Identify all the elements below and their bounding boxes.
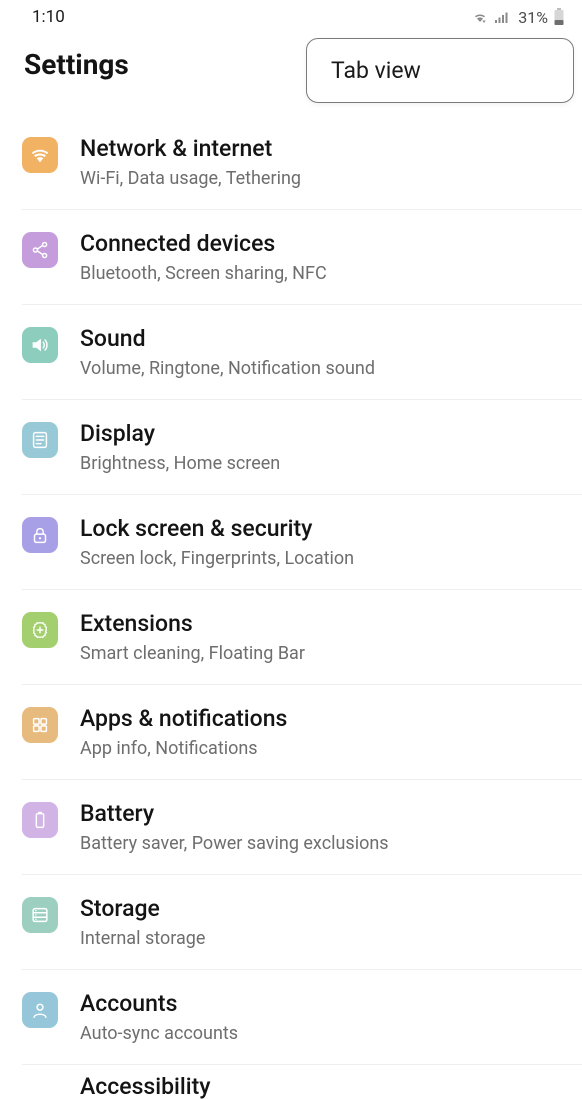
wifi-icon [22,137,58,173]
item-subtitle: Brightness, Home screen [80,453,566,474]
item-accessibility-partial[interactable]: Accessibility [0,1065,582,1100]
item-title: Storage [80,895,566,922]
item-lock-security[interactable]: Lock screen & security Screen lock, Fing… [0,495,582,589]
item-title: Sound [80,325,566,352]
tab-view-button[interactable]: Tab view [306,38,574,103]
battery-percent: 31% [518,8,548,27]
item-storage[interactable]: Storage Internal storage [0,875,582,969]
item-title: Battery [80,800,566,827]
extension-icon [22,612,58,648]
lock-icon [22,517,58,553]
item-title: Accounts [80,990,566,1017]
item-title: Apps & notifications [80,705,566,732]
apps-grid-icon [22,707,58,743]
item-texts: Sound Volume, Ringtone, Notification sou… [80,325,566,379]
item-texts: Lock screen & security Screen lock, Fing… [80,515,566,569]
storage-icon [22,897,58,933]
status-right: 31% [472,8,564,27]
item-subtitle: Battery saver, Power saving exclusions [80,833,566,854]
item-title: Network & internet [80,135,566,162]
item-subtitle: Volume, Ringtone, Notification sound [80,358,566,379]
item-extensions[interactable]: Extensions Smart cleaning, Floating Bar [0,590,582,684]
item-texts: Apps & notifications App info, Notificat… [80,705,566,759]
signal-icon [494,10,510,24]
item-subtitle: Smart cleaning, Floating Bar [80,643,566,664]
status-bar: 1:10 31% [0,0,582,34]
item-display[interactable]: Display Brightness, Home screen [0,400,582,494]
account-icon [22,992,58,1028]
display-icon [22,422,58,458]
item-subtitle: Bluetooth, Screen sharing, NFC [80,263,566,284]
item-texts: Storage Internal storage [80,895,566,949]
item-title: Lock screen & security [80,515,566,542]
item-subtitle: Screen lock, Fingerprints, Location [80,548,566,569]
speaker-icon [22,327,58,363]
wifi-icon [472,10,488,24]
item-accounts[interactable]: Accounts Auto-sync accounts [0,970,582,1064]
item-texts: Network & internet Wi-Fi, Data usage, Te… [80,135,566,189]
item-subtitle: Internal storage [80,928,566,949]
item-texts: Accounts Auto-sync accounts [80,990,566,1044]
item-title: Display [80,420,566,447]
battery-icon [554,8,564,26]
item-subtitle: App info, Notifications [80,738,566,759]
share-icon [22,232,58,268]
item-title: Connected devices [80,230,566,257]
settings-list: Network & internet Wi-Fi, Data usage, Te… [0,115,582,1100]
status-time: 1:10 [32,7,65,27]
item-connected-devices[interactable]: Connected devices Bluetooth, Screen shar… [0,210,582,304]
item-apps-notifications[interactable]: Apps & notifications App info, Notificat… [0,685,582,779]
battery-icon [22,802,58,838]
item-sound[interactable]: Sound Volume, Ringtone, Notification sou… [0,305,582,399]
item-network-internet[interactable]: Network & internet Wi-Fi, Data usage, Te… [0,115,582,209]
item-battery[interactable]: Battery Battery saver, Power saving excl… [0,780,582,874]
item-texts: Extensions Smart cleaning, Floating Bar [80,610,566,664]
item-subtitle: Wi-Fi, Data usage, Tethering [80,168,566,189]
item-title: Extensions [80,610,566,637]
item-texts: Battery Battery saver, Power saving excl… [80,800,566,854]
item-texts: Connected devices Bluetooth, Screen shar… [80,230,566,284]
page-title: Settings [24,48,129,81]
header: Settings Tab view [0,34,582,95]
item-texts: Display Brightness, Home screen [80,420,566,474]
item-subtitle: Auto-sync accounts [80,1023,566,1044]
